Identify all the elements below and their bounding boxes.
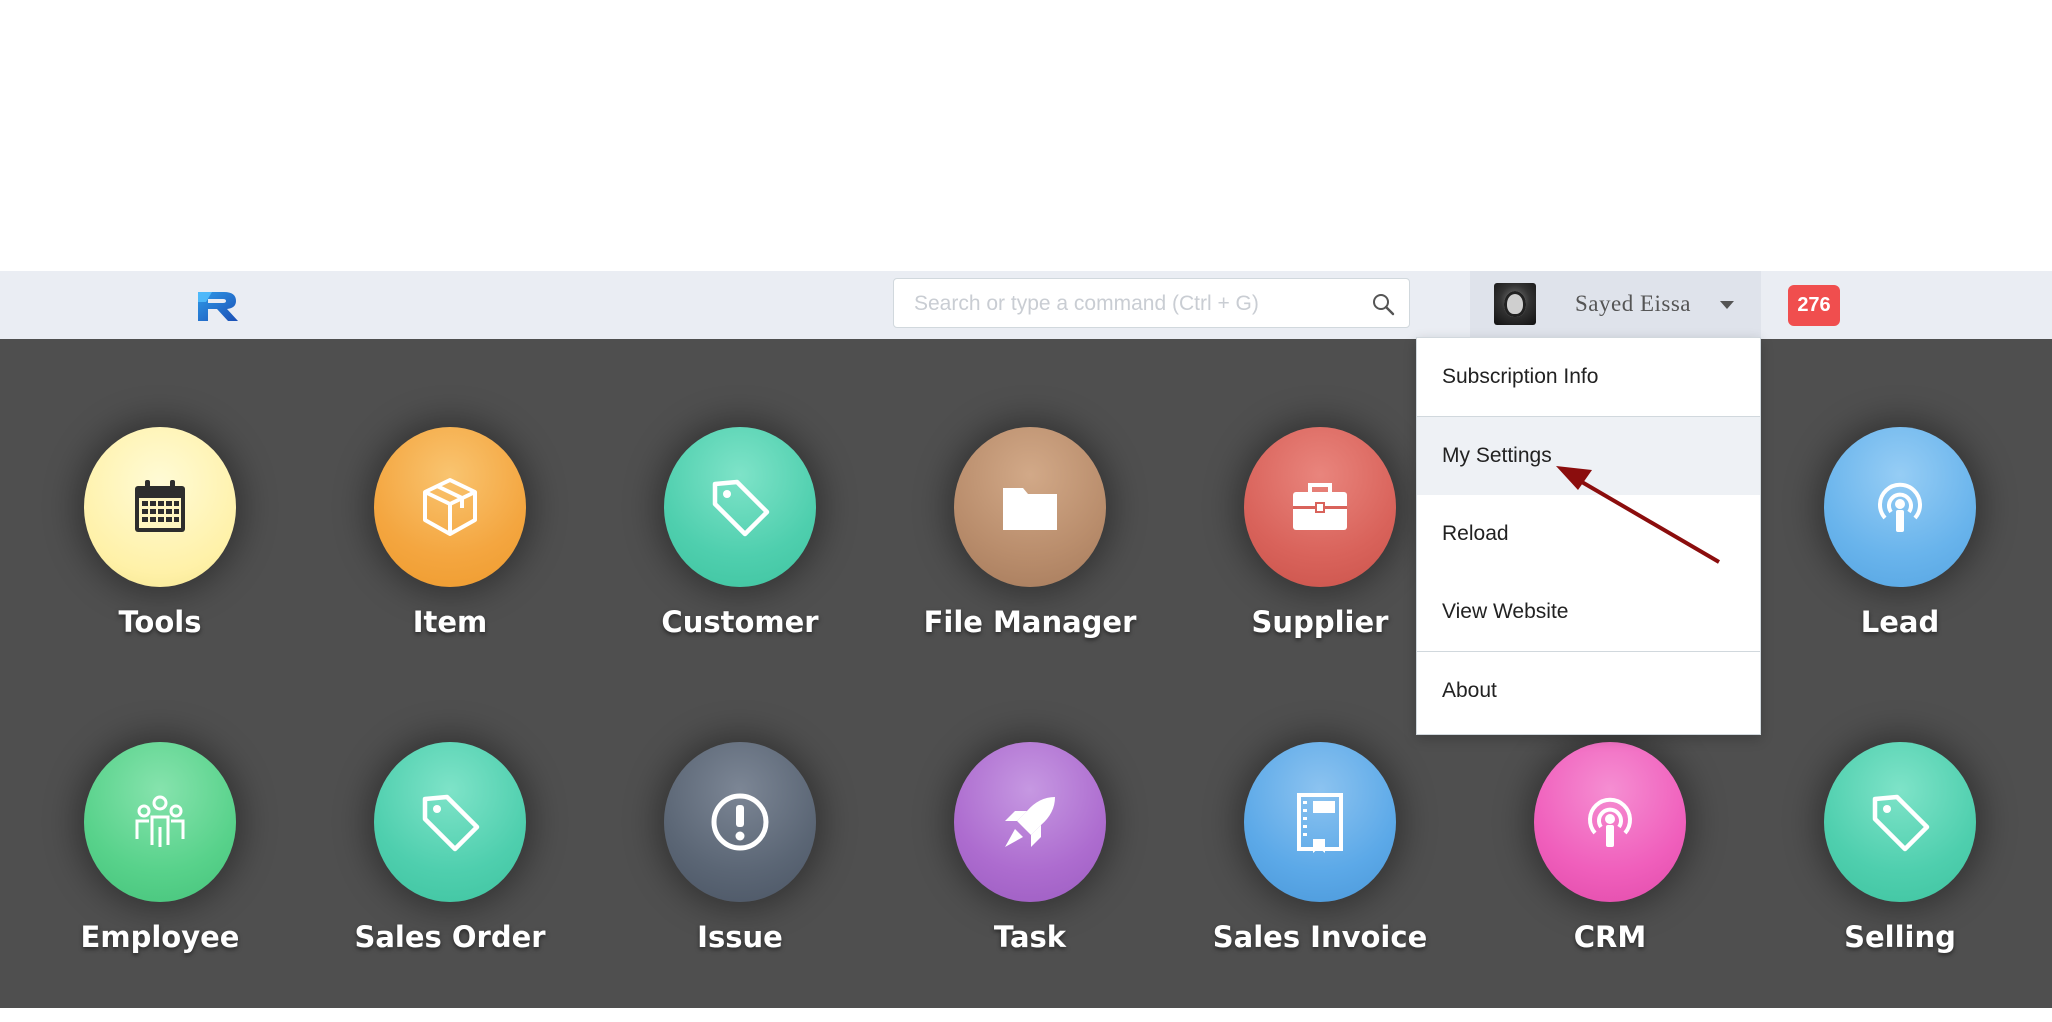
tag-icon [422, 794, 480, 852]
tile-label: File Manager [923, 605, 1137, 639]
employee-circle [84, 742, 236, 902]
supplier-circle [1244, 427, 1396, 587]
desktop-icon-issue[interactable]: Issue [609, 742, 869, 1022]
selling-circle [1824, 742, 1976, 902]
user-dropdown-menu: Subscription Info My Settings Reload Vie… [1416, 337, 1761, 735]
exclamation-icon [711, 793, 769, 851]
tile-label: Issue [697, 920, 783, 954]
file-manager-circle [954, 427, 1106, 587]
desktop-icon-supplier[interactable]: Supplier [1189, 427, 1449, 707]
avatar [1494, 283, 1536, 325]
menu-item-about[interactable]: About [1417, 652, 1760, 730]
desktop-icon-selling[interactable]: Selling [1769, 742, 2029, 1022]
customer-circle [664, 427, 816, 587]
book-icon [1297, 793, 1343, 853]
chevron-down-icon [1720, 301, 1734, 309]
group-icon [135, 795, 185, 847]
menu-item-my-settings[interactable]: My Settings [1417, 417, 1760, 495]
folder-icon [1003, 488, 1057, 530]
calendar-icon [135, 480, 185, 532]
broadcast-icon [1588, 797, 1632, 847]
rocket-icon [1005, 797, 1055, 847]
tile-label: Selling [1844, 920, 1956, 954]
desktop-icon-tools[interactable]: Tools [29, 427, 289, 707]
menu-item-view-website[interactable]: View Website [1417, 573, 1760, 651]
desktop-icon-task[interactable]: Task [899, 742, 1159, 1022]
desktop-icon-crm[interactable]: CRM [1479, 742, 1739, 1022]
desktop-icon-employee[interactable]: Employee [29, 742, 289, 1022]
notification-badge[interactable]: 276 [1788, 285, 1840, 326]
sales-invoice-circle [1244, 742, 1396, 902]
search-box [893, 278, 1410, 329]
navbar: Sayed Eissa 276 [0, 271, 2052, 340]
tile-label: Sales Invoice [1212, 920, 1428, 954]
tile-label: CRM [1573, 920, 1647, 954]
sales-order-circle [374, 742, 526, 902]
briefcase-icon [1293, 483, 1347, 530]
box-icon [423, 478, 477, 536]
top-whitespace [0, 0, 2052, 271]
tile-label: Lead [1860, 605, 1940, 639]
search-input[interactable] [912, 279, 1356, 329]
tile-label: Tools [118, 605, 202, 639]
desktop-icon-sales-order[interactable]: Sales Order [319, 742, 579, 1022]
user-menu-toggle[interactable]: Sayed Eissa [1470, 271, 1761, 339]
search-icon[interactable] [1371, 292, 1395, 316]
task-circle [954, 742, 1106, 902]
issue-circle [664, 742, 816, 902]
tile-label: Employee [80, 920, 240, 954]
tile-label: Sales Order [354, 920, 546, 954]
tile-label: Customer [661, 605, 819, 639]
desktop-icon-file-manager[interactable]: File Manager [899, 427, 1159, 707]
lead-circle [1824, 427, 1976, 587]
broadcast-icon [1878, 482, 1922, 532]
desktop-icon-sales-invoice[interactable]: Sales Invoice [1189, 742, 1449, 1022]
user-name: Sayed Eissa [1575, 291, 1692, 316]
app-logo[interactable] [196, 288, 240, 322]
tag-icon [1872, 794, 1930, 852]
desktop-icon-customer[interactable]: Customer [609, 427, 869, 707]
tag-icon [712, 479, 770, 537]
menu-item-reload[interactable]: Reload [1417, 495, 1760, 573]
tile-label: Supplier [1251, 605, 1389, 639]
desktop-icon-lead[interactable]: Lead [1769, 427, 2029, 707]
menu-item-subscription-info[interactable]: Subscription Info [1417, 338, 1760, 416]
item-circle [374, 427, 526, 587]
desktop-icon-item[interactable]: Item [319, 427, 579, 707]
tools-circle [84, 427, 236, 587]
tile-label: Task [993, 920, 1067, 954]
crm-circle [1534, 742, 1686, 902]
tile-label: Item [412, 605, 488, 639]
